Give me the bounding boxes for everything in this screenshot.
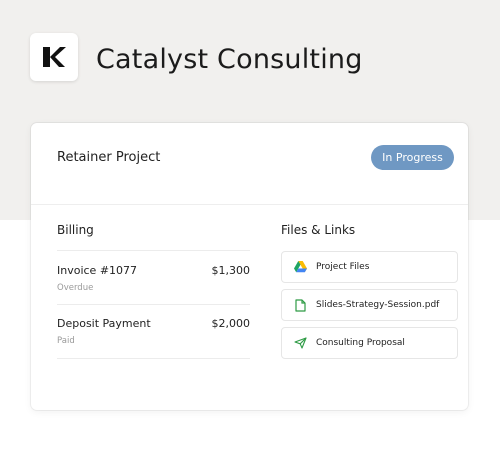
- billing-row-invoice[interactable]: Invoice #1077 $1,300 Overdue: [57, 264, 250, 316]
- billing-item-name: Invoice #1077: [57, 264, 138, 277]
- card-divider: [31, 204, 468, 205]
- billing-item-status: Paid: [57, 336, 75, 346]
- document-icon: [293, 298, 307, 312]
- file-link-project-files[interactable]: Project Files: [281, 251, 458, 283]
- project-card: Retainer Project In Progress Billing Fil…: [31, 123, 468, 410]
- file-link-label: Consulting Proposal: [316, 338, 405, 348]
- billing-item-amount: $2,000: [211, 317, 251, 330]
- company-name: Catalyst Consulting: [96, 44, 363, 75]
- file-link-label: Project Files: [316, 262, 370, 272]
- file-link-consulting-proposal[interactable]: Consulting Proposal: [281, 327, 458, 359]
- catalyst-k-logo-icon: [43, 47, 66, 67]
- billing-divider: [57, 250, 250, 251]
- status-badge[interactable]: In Progress: [371, 145, 454, 170]
- project-title: Retainer Project: [57, 150, 161, 165]
- billing-item-status: Overdue: [57, 283, 94, 293]
- billing-divider: [57, 358, 250, 359]
- files-section-title: Files & Links: [281, 223, 356, 237]
- billing-row-deposit[interactable]: Deposit Payment $2,000 Paid: [57, 317, 250, 369]
- send-icon: [293, 336, 307, 350]
- file-link-slides-pdf[interactable]: Slides-Strategy-Session.pdf: [281, 289, 458, 321]
- file-link-label: Slides-Strategy-Session.pdf: [316, 300, 440, 310]
- billing-item-name: Deposit Payment: [57, 317, 151, 330]
- billing-section-title: Billing: [57, 223, 94, 237]
- google-drive-icon: [293, 260, 307, 274]
- billing-divider: [57, 304, 250, 305]
- company-logo[interactable]: [30, 33, 78, 81]
- billing-item-amount: $1,300: [211, 264, 251, 277]
